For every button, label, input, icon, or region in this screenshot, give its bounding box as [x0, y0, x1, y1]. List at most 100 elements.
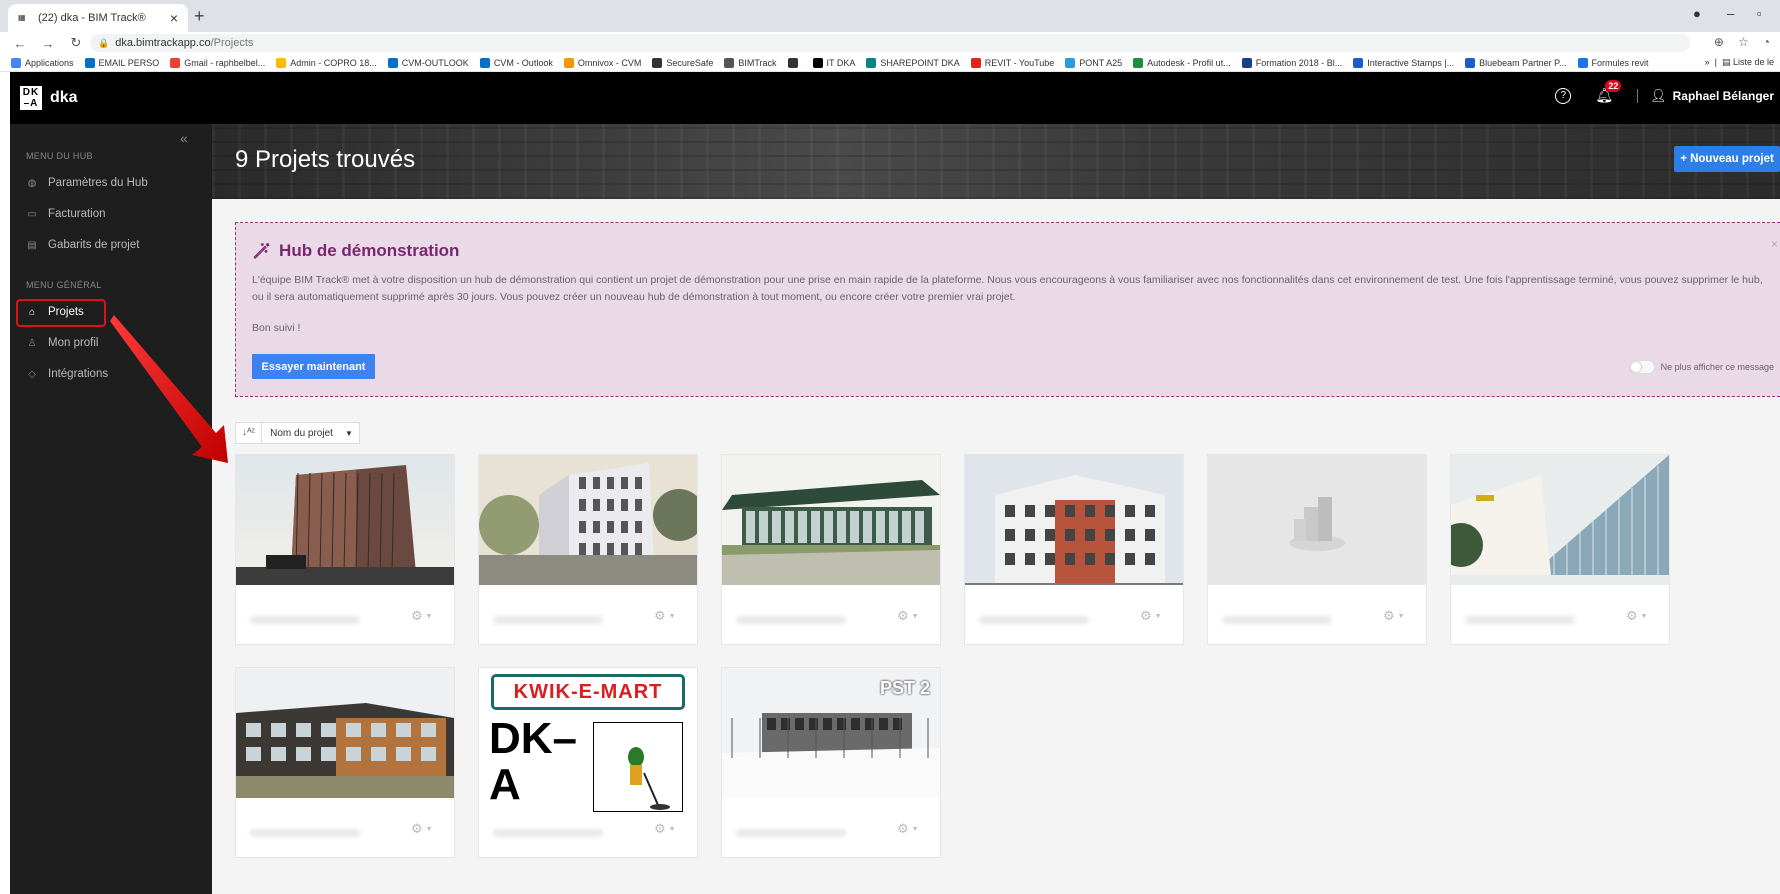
sidebar-item-label: Facturation — [48, 208, 106, 220]
dont-show-toggle[interactable] — [1628, 360, 1655, 374]
project-name-blurred — [736, 829, 846, 837]
project-thumbnail[interactable] — [1208, 455, 1426, 585]
project-thumbnail[interactable] — [236, 455, 454, 585]
sort-direction-icon[interactable]: ↓ᴬᶻ — [236, 423, 263, 443]
reading-list-icon[interactable]: ▤ — [1722, 57, 1731, 67]
bookmark-item[interactable]: Omnivox - CVM — [563, 57, 641, 68]
bookmark-item[interactable] — [787, 57, 802, 68]
bookmark-item[interactable]: SHAREPOINT DKA — [866, 57, 960, 68]
bookmark-item[interactable]: CVM-OUTLOOK — [387, 57, 469, 68]
sidebar-item-billing[interactable]: ▭ Facturation — [26, 208, 106, 220]
bookmark-item[interactable]: Formation 2018 - Bl... — [1241, 57, 1342, 68]
bookmark-item[interactable]: PONT A25 — [1065, 57, 1122, 68]
user-name[interactable]: Raphael Bélanger — [1673, 89, 1774, 103]
help-icon[interactable]: ? — [1555, 87, 1572, 104]
project-card[interactable]: ⚙ ▼ — [1207, 454, 1427, 645]
browser-tab[interactable]: ▦ (22) dka - BIM Track® × — [8, 4, 188, 32]
minimize-icon[interactable]: – — [1727, 6, 1734, 21]
project-name-blurred — [493, 829, 603, 837]
project-name-blurred — [250, 829, 360, 837]
bookmark-item[interactable]: IT DKA — [812, 57, 856, 68]
sidebar-item-label: Intégrations — [48, 368, 109, 380]
app-top-nav: DK –A dka ? 🔔︎ 22 👤︎ Raphael Bélanger — [10, 72, 1780, 124]
new-project-button[interactable]: + Nouveau projet — [1674, 146, 1780, 172]
reload-icon[interactable]: ↻ — [68, 35, 84, 51]
project-card[interactable]: ⚙ ▼ — [235, 667, 455, 858]
tab-close-icon[interactable]: × — [170, 10, 178, 26]
bookmark-label: IT DKA — [826, 57, 856, 68]
project-settings-gear-icon[interactable]: ⚙ ▼ — [411, 608, 433, 624]
bookmarks-bar: Applications EMAIL PERSO Gmail - raphbelbe… — [0, 54, 1780, 72]
bookmark-label: CVM-OUTLOOK — [401, 57, 469, 68]
zoom-icon[interactable]: ⊕ — [1714, 35, 1724, 49]
sort-select[interactable]: Nom du projet ▼ — [262, 428, 359, 439]
project-card[interactable]: ⚙ ▼ — [964, 454, 1184, 645]
bookmark-item[interactable]: Autodesk - Profil ut... — [1133, 57, 1231, 68]
sidebar-item-integrations[interactable]: ◇ Intégrations — [26, 368, 108, 380]
project-thumbnail[interactable]: PST 2 — [722, 668, 940, 798]
bookmark-item[interactable]: SecureSafe — [652, 57, 713, 68]
notifications-bell-icon[interactable]: 🔔︎ 22 — [1595, 80, 1622, 104]
bookmark-favicon-icon — [724, 57, 735, 68]
bookmark-item[interactable]: Admin - COPRO 18... — [276, 57, 377, 68]
project-settings-gear-icon[interactable]: ⚙ ▼ — [1383, 608, 1405, 624]
bookmark-item[interactable]: Gmail - raphbelbel... — [170, 57, 265, 68]
project-thumbnail[interactable] — [965, 455, 1183, 585]
bookmark-favicon-icon — [652, 57, 663, 68]
project-thumbnail[interactable] — [1451, 455, 1669, 585]
project-name-blurred — [493, 616, 603, 624]
bookmark-item[interactable]: CVM - Outlook — [479, 57, 553, 68]
bookmark-favicon-icon — [866, 57, 877, 68]
hub-name[interactable]: dka — [50, 89, 78, 107]
sidebar-item-my-profile[interactable]: ♙ Mon profil — [26, 337, 99, 349]
main-content: 🪄︎ Hub de démonstration × L'équipe BIM T… — [212, 199, 1780, 894]
bookmark-item[interactable]: Formules revit — [1577, 57, 1649, 68]
profile-icon[interactable]: ● — [1693, 6, 1701, 21]
collapse-sidebar-icon[interactable]: « — [180, 130, 188, 146]
bookmark-item[interactable]: Applications — [11, 57, 74, 68]
star-icon[interactable]: ☆ — [1738, 35, 1749, 49]
bookmark-label: Interactive Stamps |... — [1367, 57, 1455, 68]
project-card[interactable]: ⚙ ▼ — [1450, 454, 1670, 645]
url-field[interactable]: 🔒 dka.bimtrackapp.co/Projects — [90, 34, 1690, 52]
project-thumbnail[interactable] — [479, 455, 697, 585]
bookmark-item[interactable]: Bluebeam Partner P... — [1465, 57, 1567, 68]
project-thumbnail[interactable] — [722, 455, 940, 585]
dka-logo[interactable]: DK –A — [20, 86, 42, 110]
bookmark-item[interactable]: BIMTrack — [724, 57, 777, 68]
extension-icon[interactable]: ◔ — [1763, 35, 1770, 49]
project-card[interactable]: ⚙ ▼ — [235, 454, 455, 645]
bookmark-favicon-icon — [970, 57, 981, 68]
try-now-button[interactable]: Essayer maintenant — [252, 354, 375, 379]
project-settings-gear-icon[interactable]: ⚙ ▼ — [1626, 608, 1648, 624]
close-banner-icon[interactable]: × — [1771, 237, 1778, 251]
forward-icon[interactable]: → — [40, 36, 56, 51]
bookmark-item[interactable]: REVIT - YouTube — [970, 57, 1054, 68]
bookmark-favicon-icon — [11, 57, 21, 68]
project-thumbnail[interactable] — [236, 668, 454, 798]
project-card[interactable]: ⚙ ▼ — [721, 454, 941, 645]
restore-icon[interactable]: ▫ — [1757, 6, 1762, 21]
project-settings-gear-icon[interactable]: ⚙ ▼ — [654, 608, 676, 624]
reading-list-label[interactable]: Liste de le — [1733, 57, 1774, 67]
project-settings-gear-icon[interactable]: ⚙ ▼ — [411, 821, 433, 837]
project-settings-gear-icon[interactable]: ⚙ ▼ — [897, 608, 919, 624]
back-icon[interactable]: ← — [12, 36, 28, 51]
bookmarks-more-button[interactable]: » — [1705, 57, 1710, 67]
bookmark-item[interactable]: Interactive Stamps |... — [1353, 57, 1455, 68]
project-card[interactable]: PST 2 ⚙ ▼ — [721, 667, 941, 858]
project-card[interactable]: ⚙ ▼ — [478, 454, 698, 645]
sidebar-item-hub-settings[interactable]: ◍ Paramètres du Hub — [26, 177, 148, 189]
bookmark-favicon-icon — [387, 57, 398, 68]
project-settings-gear-icon[interactable]: ⚙ ▼ — [654, 821, 676, 837]
new-tab-button[interactable]: + — [194, 6, 205, 27]
project-thumbnail[interactable]: KWIK-E-MART DK–A — [479, 668, 697, 818]
bookmark-item[interactable]: EMAIL PERSO — [84, 57, 159, 68]
project-settings-gear-icon[interactable]: ⚙ ▼ — [1140, 608, 1162, 624]
user-icon[interactable]: 👤︎ — [1650, 88, 1667, 104]
project-settings-gear-icon[interactable]: ⚙ ▼ — [897, 821, 919, 837]
sidebar-item-project-templates[interactable]: ▤ Gabarits de projet — [26, 239, 139, 251]
sidebar-item-projects[interactable]: ⌂ Projets — [26, 306, 84, 318]
project-card[interactable]: KWIK-E-MART DK–A ⚙ ▼ — [478, 667, 698, 858]
bookmark-label: Formules revit — [1591, 57, 1649, 68]
